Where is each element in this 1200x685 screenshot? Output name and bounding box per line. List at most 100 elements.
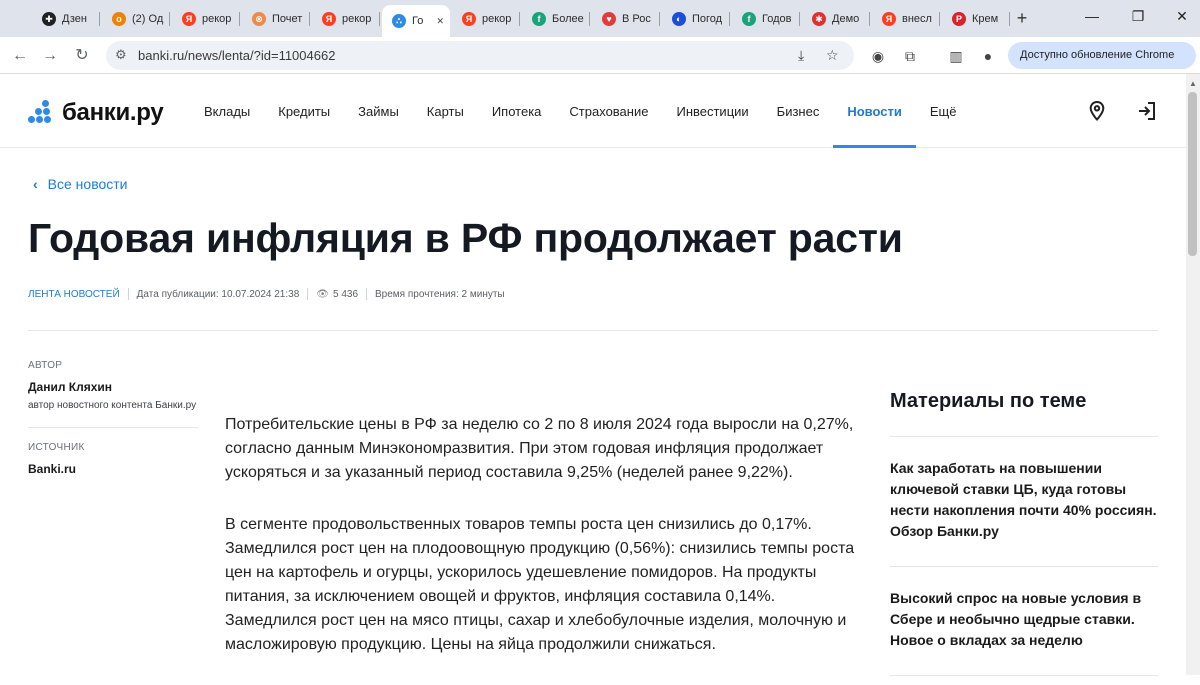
tab-title: Крем [972, 13, 999, 25]
tab-favicon-icon: ∴ [392, 14, 406, 28]
forward-arrow-icon[interactable]: → [40, 46, 60, 66]
browser-tab[interactable]: ♥ В Рос [592, 5, 660, 33]
browser-tab[interactable]: ✚ Дзен [32, 5, 100, 33]
chrome-update-button[interactable]: Доступно обновление Chrome [1008, 42, 1196, 69]
tab-favicon-icon: ♥ [602, 12, 616, 26]
site-header: банки.ру Вклады Кредиты Займы Карты Ипотека С… [0, 74, 1186, 148]
tab-favicon-icon: ✚ [42, 12, 56, 26]
related-item[interactable]: Как заработать на повышении ключевой ста… [890, 437, 1158, 542]
nav-item[interactable]: Ещё [916, 74, 971, 148]
scrollbar-thumb[interactable] [1188, 92, 1197, 256]
publish-date: Дата публикации: 10.07.2024 21:38 [136, 288, 300, 300]
logo-text: банки.ру [62, 99, 164, 126]
browser-tab[interactable]: о (2) Од [102, 5, 170, 33]
nav-item[interactable]: Инвестиции [662, 74, 762, 148]
tab-favicon-icon: Я [462, 12, 476, 26]
nav-item[interactable]: Вклады [190, 74, 264, 148]
author-name[interactable]: Данил Кляхин [28, 380, 198, 394]
tab-title: Го [412, 15, 424, 27]
author-role: автор новостного контента Банки.ру [28, 400, 197, 411]
main-nav: Вклады Кредиты Займы Карты Ипотека Страховани… [190, 74, 970, 148]
reload-icon[interactable]: ↻ [72, 46, 92, 66]
restore-icon[interactable]: ❐ [1128, 8, 1148, 25]
bookmark-star-icon[interactable]: ☆ [826, 47, 839, 64]
browser-tab[interactable]: ⊗ Почет [242, 5, 310, 33]
browser-tab[interactable]: f Годов [732, 5, 800, 33]
extension-icon[interactable]: ◉ [868, 46, 888, 66]
tab-favicon-icon: Р [952, 12, 966, 26]
browser-toolbar: ← → ↻ ⚙ banki.ru/news/lenta/?id=11004662… [0, 37, 1200, 74]
article-paragraph: В сегменте продовольственных товаров тем… [225, 516, 855, 653]
article-meta: ЛЕНТА НОВОСТЕЙ Дата публикации: 10.07.20… [28, 288, 505, 300]
nav-item[interactable]: Кредиты [264, 74, 344, 148]
tab-title: В Рос [622, 13, 651, 25]
tab-favicon-icon: f [532, 12, 546, 26]
back-arrow-icon[interactable]: ← [10, 46, 30, 66]
tab-title: рекор [482, 13, 512, 25]
tab-favicon-icon: Я [322, 12, 336, 26]
tab-favicon-icon: f [742, 12, 756, 26]
nav-item[interactable]: Новости [833, 74, 916, 148]
chevron-left-icon: ‹ [33, 176, 38, 192]
browser-tab[interactable]: Ярекор [312, 5, 380, 33]
article-body: Потребительские цены в РФ за неделю со 2… [225, 413, 865, 685]
login-icon[interactable] [1136, 100, 1158, 122]
tab-favicon-icon: ◐ [672, 12, 686, 26]
tab-title: Более [552, 13, 584, 25]
article-paragraph: Потребительские цены в РФ за неделю со 2… [225, 416, 854, 481]
tab-favicon-icon: Я [182, 12, 196, 26]
view-count: 5 436 [332, 288, 359, 300]
side-panel-icon[interactable]: ▥ [946, 46, 966, 66]
divider [28, 330, 1158, 331]
new-tab-button[interactable]: + [1012, 8, 1032, 28]
logo-dots-icon [28, 100, 56, 126]
site-logo[interactable]: банки.ру [28, 99, 164, 127]
article-info: АВТОР Данил Кляхин автор новостного конт… [28, 360, 198, 476]
article-title: Годовая инфляция в РФ продолжает расти [28, 215, 903, 261]
browser-tab[interactable]: f Более [522, 5, 590, 33]
nav-item[interactable]: Карты [413, 74, 478, 148]
section-link[interactable]: ЛЕНТА НОВОСТЕЙ [28, 289, 120, 300]
browser-tabbar: ✚ Дзен о (2) Од Ярекор ⊗ Почет Ярекор ∴ Го ✕ Ярекор… [0, 0, 1200, 37]
tab-title: Годов [762, 13, 792, 25]
nav-item[interactable]: Бизнес [763, 74, 834, 148]
related-materials: Материалы по теме Как заработать на повы… [890, 390, 1158, 676]
close-icon[interactable]: ✕ [1172, 8, 1192, 25]
tab-title: Дзен [62, 13, 87, 25]
scroll-up-icon[interactable]: ▲ [1189, 79, 1197, 88]
location-pin-icon[interactable] [1086, 100, 1108, 122]
url-text[interactable]: banki.ru/news/lenta/?id=11004662 [138, 48, 335, 63]
minimize-icon[interactable]: — [1082, 8, 1102, 24]
address-bar[interactable]: ⚙ banki.ru/news/lenta/?id=11004662 ⤓ ☆ [106, 41, 854, 70]
tab-title: Почет [272, 13, 303, 25]
browser-tab[interactable]: Р Крем [942, 5, 1010, 33]
browser-tab[interactable]: Ярекор [452, 5, 520, 33]
profile-icon[interactable]: ● [978, 46, 998, 66]
browser-tab[interactable]: ✱ Демо [802, 5, 870, 33]
tab-favicon-icon: ✱ [812, 12, 826, 26]
tab-favicon-icon: Я [882, 12, 896, 26]
nav-item[interactable]: Страхование [555, 74, 662, 148]
puzzle-icon[interactable]: ⧉ [900, 46, 920, 66]
site-info-icon[interactable]: ⚙ [115, 47, 127, 63]
related-item[interactable]: Высокий спрос на новые условия в Сбере и… [890, 567, 1158, 651]
tab-close-icon[interactable]: ✕ [436, 16, 444, 27]
read-time: Время прочтения: 2 минуты [375, 288, 505, 300]
browser-tab[interactable]: Ярекор [172, 5, 240, 33]
tab-title: Демо [832, 13, 860, 25]
install-icon[interactable]: ⤓ [798, 47, 804, 64]
related-title: Материалы по теме [890, 390, 1087, 412]
nav-item[interactable]: Займы [344, 74, 413, 148]
tab-title: Погод [692, 13, 723, 25]
all-news-link[interactable]: ‹ Все новости [33, 176, 128, 192]
browser-tab[interactable]: Явнесл [872, 5, 940, 33]
tab-favicon-icon: ⊗ [252, 12, 266, 26]
source-label: ИСТОЧНИК [28, 442, 85, 453]
eye-icon: 👁 [316, 288, 329, 300]
nav-item[interactable]: Ипотека [478, 74, 556, 148]
tab-title: внесл [902, 13, 932, 25]
browser-tab[interactable]: ◐ Погод [662, 5, 730, 33]
browser-tab[interactable]: ∴ Го ✕ [382, 5, 450, 37]
tab-title: рекор [342, 13, 372, 25]
tab-title: рекор [202, 13, 232, 25]
